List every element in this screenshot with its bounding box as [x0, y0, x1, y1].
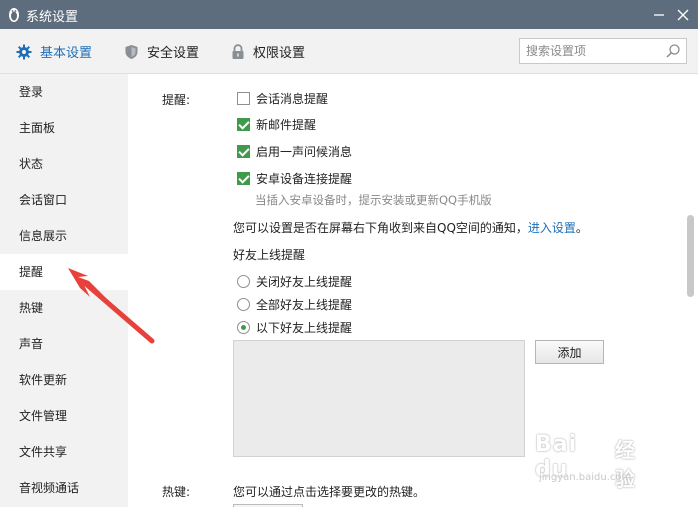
search-input[interactable] — [520, 39, 660, 63]
sidebar-item-info-display[interactable]: 信息展示 — [0, 218, 128, 254]
settings-tab-bar: 基本设置 安全设置 权限设置 — [0, 29, 698, 74]
checkbox[interactable] — [237, 118, 250, 131]
checkbox-label: 会话消息提醒 — [256, 92, 329, 106]
sidebar-item-main-panel[interactable]: 主面板 — [0, 110, 128, 146]
radio[interactable] — [237, 275, 250, 288]
content-scrollbar[interactable] — [683, 74, 698, 507]
checkbox-label: 安卓设备连接提醒 — [256, 172, 353, 186]
checkbox[interactable] — [237, 172, 250, 185]
hotkey-section-label: 热键: — [162, 485, 191, 499]
android-hint-text: 当插入安卓设备时，提示安装或更新QQ手机版 — [255, 193, 492, 207]
radio-disable-friend-online[interactable]: 关闭好友上线提醒 — [237, 273, 352, 290]
qzone-notice-end: 。 — [575, 221, 588, 235]
tab-label: 权限设置 — [253, 46, 306, 61]
penguin-icon — [9, 8, 19, 22]
shield-icon — [125, 44, 138, 59]
radio-all-friends-online[interactable]: 全部好友上线提醒 — [237, 296, 352, 313]
radio-selected-friends-online[interactable]: 以下好友上线提醒 — [237, 319, 352, 336]
gear-icon — [16, 44, 32, 59]
lock-icon — [232, 43, 244, 59]
sidebar-item-software-update[interactable]: 软件更新 — [0, 362, 128, 398]
radio[interactable] — [237, 321, 250, 334]
window-title: 系统设置 — [26, 10, 79, 25]
close-icon — [677, 9, 689, 21]
radio-label: 以下好友上线提醒 — [256, 321, 353, 335]
tab-label: 基本设置 — [40, 46, 93, 61]
tab-permission-settings[interactable]: 权限设置 — [231, 29, 305, 74]
scrollbar-thumb[interactable] — [687, 215, 694, 297]
radio[interactable] — [237, 298, 250, 311]
sidebar-item-login[interactable]: 登录 — [0, 74, 128, 110]
red-arrow-annotation — [68, 268, 155, 344]
add-friend-button[interactable]: 添加 — [535, 340, 604, 364]
friend-online-title: 好友上线提醒 — [233, 248, 306, 262]
tab-label: 安全设置 — [147, 46, 200, 61]
sidebar-item-file-management[interactable]: 文件管理 — [0, 398, 128, 434]
watermark-cn: 经验 — [615, 438, 635, 491]
radio-label: 全部好友上线提醒 — [256, 298, 353, 312]
qzone-notice: 您可以设置是否在屏幕右下角收到来自QQ空间的通知，进入设置。 — [233, 219, 588, 236]
checkbox[interactable] — [237, 92, 250, 105]
close-button[interactable] — [672, 4, 694, 26]
title-bar: 系统设置 — [0, 0, 698, 29]
checkbox-greeting-message[interactable]: 启用一声问候消息 — [237, 143, 352, 160]
tab-basic-settings[interactable]: 基本设置 — [16, 29, 92, 74]
hotkey-description: 您可以通过点击选择要更改的热键。 — [233, 485, 426, 499]
sidebar-item-status[interactable]: 状态 — [0, 146, 128, 182]
checkbox-android-connect-reminder[interactable]: 安卓设备连接提醒 — [237, 170, 352, 187]
checkbox-chat-message-reminder[interactable]: 会话消息提醒 — [237, 90, 328, 107]
qzone-settings-link[interactable]: 进入设置 — [528, 221, 576, 235]
search-icon[interactable] — [665, 43, 681, 59]
sidebar-item-file-sharing[interactable]: 文件共享 — [0, 434, 128, 470]
minimize-icon — [654, 14, 664, 16]
checkbox-label: 新邮件提醒 — [256, 118, 317, 132]
checkbox-label: 启用一声问候消息 — [256, 145, 353, 159]
friend-list-box[interactable] — [233, 340, 525, 457]
sidebar-item-av-call[interactable]: 音视频通话 — [0, 470, 128, 506]
search-box — [519, 38, 687, 64]
checkbox[interactable] — [237, 145, 250, 158]
sidebar-item-chat-window[interactable]: 会话窗口 — [0, 182, 128, 218]
radio-label: 关闭好友上线提醒 — [256, 275, 353, 289]
checkbox-new-mail-reminder[interactable]: 新邮件提醒 — [237, 116, 316, 133]
tab-security-settings[interactable]: 安全设置 — [124, 29, 199, 74]
settings-content: 提醒: 会话消息提醒 新邮件提醒 启用一声问候消息 安卓设备连接提醒 当插入安卓… — [128, 74, 698, 507]
watermark-url: jingyan.baidu.com — [539, 472, 632, 483]
reminder-section-label: 提醒: — [162, 93, 191, 107]
qzone-notice-text: 您可以设置是否在屏幕右下角收到来自QQ空间的通知， — [233, 221, 528, 235]
minimize-button[interactable] — [648, 4, 670, 26]
